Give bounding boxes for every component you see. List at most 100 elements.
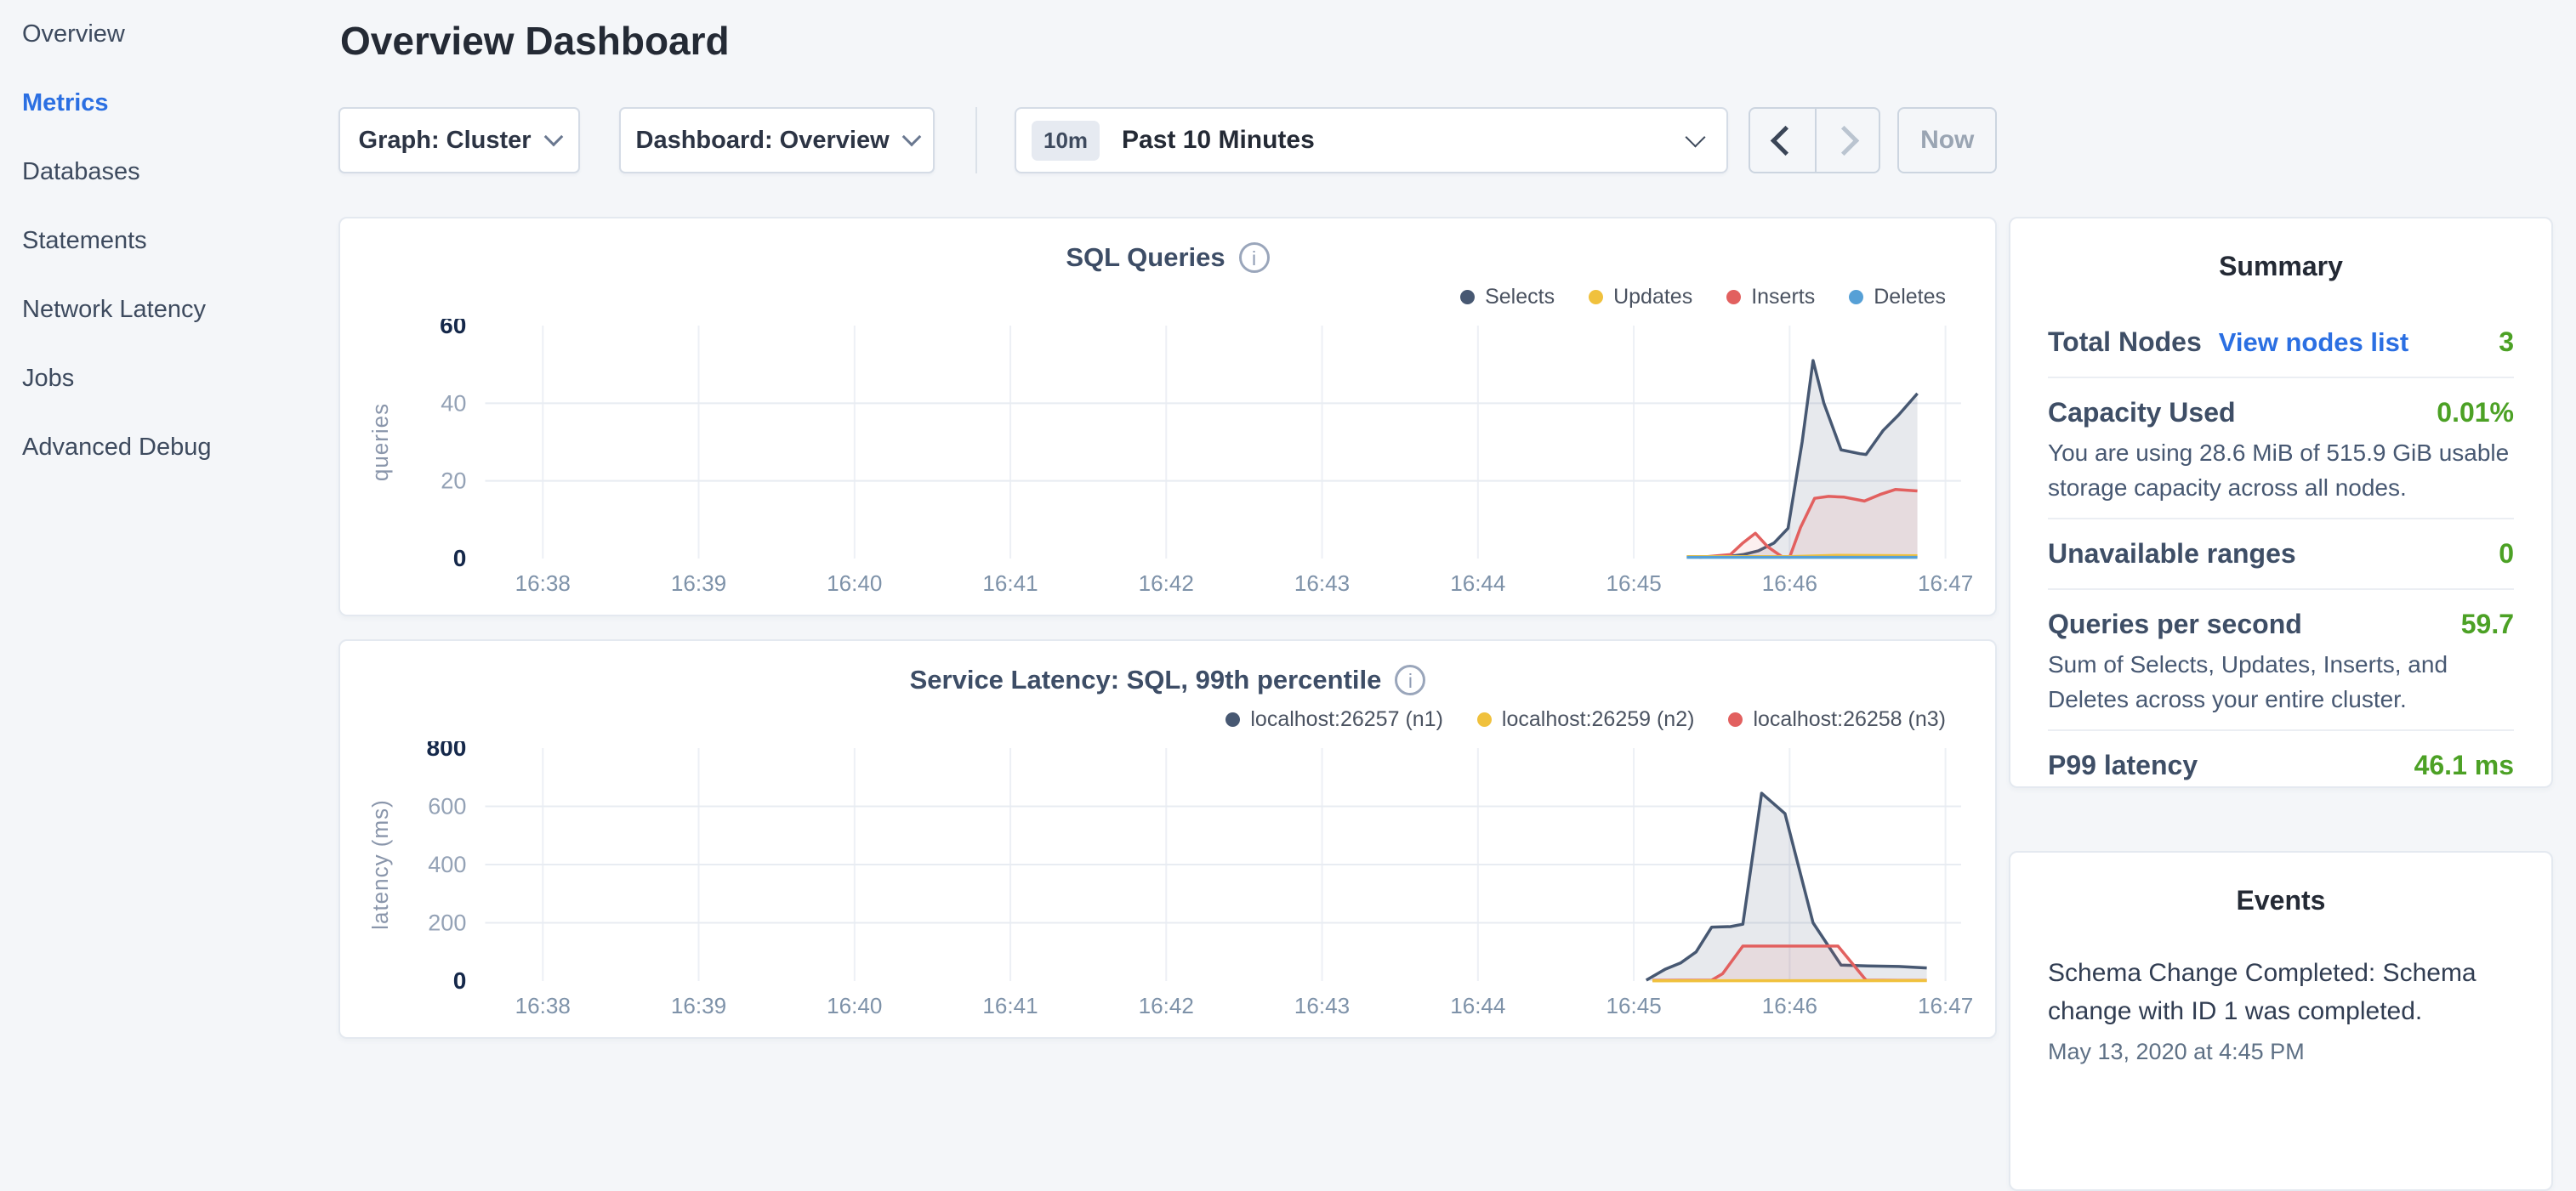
svg-text:16:43: 16:43 xyxy=(1294,570,1350,596)
svg-text:16:45: 16:45 xyxy=(1606,993,1661,1018)
dashboard-controls: Graph: Cluster Dashboard: Overview 10m P… xyxy=(338,107,1997,173)
legend-item[interactable]: Selects xyxy=(1460,285,1555,309)
svg-text:400: 400 xyxy=(428,852,466,877)
time-step-button-group xyxy=(1749,107,1881,173)
legend-dot-icon xyxy=(1477,712,1492,727)
svg-text:16:46: 16:46 xyxy=(1762,993,1817,1018)
graph-dropdown-label: Graph: Cluster xyxy=(359,127,532,155)
legend-dot-icon xyxy=(1726,290,1741,304)
now-button[interactable]: Now xyxy=(1897,107,1997,173)
legend-dot-icon xyxy=(1849,290,1863,304)
sql-queries-panel: SQL Queries i Selects Updates Inserts Delet… xyxy=(338,217,1997,616)
sidebar-item-network-latency[interactable]: Network Latency xyxy=(22,294,338,325)
sql-queries-chart[interactable]: 16:3816:3916:4016:4116:4216:4316:4416:45… xyxy=(357,319,1978,599)
sidebar-item-databases[interactable]: Databases xyxy=(22,156,338,187)
legend-item[interactable]: Inserts xyxy=(1726,285,1815,309)
stat-description: Sum of Selects, Updates, Inserts, and De… xyxy=(2048,647,2514,717)
legend-dot-icon xyxy=(1728,712,1743,727)
stat-value: 59.7 xyxy=(2461,609,2514,640)
svg-text:40: 40 xyxy=(441,390,466,416)
svg-text:16:44: 16:44 xyxy=(1450,570,1505,596)
svg-text:16:40: 16:40 xyxy=(827,570,882,596)
stat-value: 0.01% xyxy=(2437,397,2514,428)
sidebar-item-overview[interactable]: Overview xyxy=(22,19,338,49)
svg-text:16:38: 16:38 xyxy=(515,993,571,1018)
stat-value: 3 xyxy=(2499,326,2514,358)
svg-text:0: 0 xyxy=(453,967,467,994)
chart-legend: localhost:26257 (n1) localhost:26259 (n2)… xyxy=(340,702,1995,736)
time-range-selector[interactable]: 10m Past 10 Minutes xyxy=(1015,107,1728,173)
sidebar-item-jobs[interactable]: Jobs xyxy=(22,363,338,394)
dashboard-dropdown-label: Dashboard: Overview xyxy=(636,127,890,155)
legend-dot-icon xyxy=(1460,290,1475,304)
legend-item[interactable]: localhost:26258 (n3) xyxy=(1728,707,1946,732)
graph-dropdown[interactable]: Graph: Cluster xyxy=(338,107,580,173)
legend-item[interactable]: localhost:26259 (n2) xyxy=(1477,707,1695,732)
info-icon[interactable]: i xyxy=(1395,665,1425,695)
svg-text:16:43: 16:43 xyxy=(1294,993,1350,1018)
svg-text:16:38: 16:38 xyxy=(515,570,571,596)
time-range-label: Past 10 Minutes xyxy=(1122,126,1315,155)
right-rail: Summary Total Nodes View nodes list 3 Ca… xyxy=(2009,217,2553,1191)
svg-text:200: 200 xyxy=(428,910,466,936)
chevron-down-icon xyxy=(901,128,921,147)
chart-title-sql-queries: SQL Queries xyxy=(1066,242,1225,273)
sidebar: Overview Metrics Databases Statements Ne… xyxy=(0,0,338,1051)
main-content: Overview Dashboard Graph: Cluster Dashbo… xyxy=(338,0,1997,1039)
legend-item[interactable]: Updates xyxy=(1589,285,1692,309)
stat-label: Capacity Used xyxy=(2048,397,2236,428)
time-step-back-button[interactable] xyxy=(1750,109,1815,172)
events-panel: Events Schema Change Completed: Schema c… xyxy=(2009,851,2553,1191)
svg-text:16:41: 16:41 xyxy=(982,993,1038,1018)
svg-text:16:47: 16:47 xyxy=(1918,993,1973,1018)
divider xyxy=(2048,377,2514,378)
service-latency-panel: Service Latency: SQL, 99th percentile i … xyxy=(338,639,1997,1039)
stat-description: You are using 28.6 MiB of 515.9 GiB usab… xyxy=(2048,435,2514,506)
sidebar-item-statements[interactable]: Statements xyxy=(22,225,338,256)
svg-text:800: 800 xyxy=(427,741,467,761)
dashboard-dropdown[interactable]: Dashboard: Overview xyxy=(619,107,935,173)
svg-text:16:44: 16:44 xyxy=(1450,993,1505,1018)
summary-panel: Summary Total Nodes View nodes list 3 Ca… xyxy=(2009,217,2553,788)
svg-text:60: 60 xyxy=(440,319,466,338)
time-range-badge: 10m xyxy=(1032,121,1100,161)
sidebar-item-metrics[interactable]: Metrics xyxy=(22,88,338,118)
stat-label: Total Nodes xyxy=(2048,326,2202,358)
stat-label: Queries per second xyxy=(2048,609,2302,640)
stat-value: 0 xyxy=(2499,538,2514,570)
stat-label: Unavailable ranges xyxy=(2048,538,2296,570)
legend-item[interactable]: Deletes xyxy=(1849,285,1946,309)
summary-row-queries-per-second: Queries per second 59.7 xyxy=(2048,602,2514,647)
divider xyxy=(2048,518,2514,519)
info-icon[interactable]: i xyxy=(1239,242,1270,273)
view-nodes-link[interactable]: View nodes list xyxy=(2219,327,2408,358)
svg-text:16:41: 16:41 xyxy=(982,570,1038,596)
divider xyxy=(2048,588,2514,590)
chevron-down-icon xyxy=(543,128,563,147)
legend-dot-icon xyxy=(1589,290,1603,304)
sidebar-item-advanced-debug[interactable]: Advanced Debug xyxy=(22,432,338,462)
service-latency-chart[interactable]: 16:3816:3916:4016:4116:4216:4316:4416:45… xyxy=(357,741,1978,1022)
svg-text:queries: queries xyxy=(367,403,393,481)
chart-title-row: Service Latency: SQL, 99th percentile i xyxy=(340,661,1995,699)
summary-row-p99-latency: P99 latency 46.1 ms xyxy=(2048,743,2514,788)
legend-dot-icon xyxy=(1225,712,1240,727)
stat-label: P99 latency xyxy=(2048,750,2198,781)
svg-text:0: 0 xyxy=(453,545,467,571)
summary-row-unavailable-ranges: Unavailable ranges 0 xyxy=(2048,531,2514,576)
svg-text:latency (ms): latency (ms) xyxy=(367,799,393,930)
event-item-timestamp: May 13, 2020 at 4:45 PM xyxy=(2048,1039,2514,1065)
svg-text:16:47: 16:47 xyxy=(1918,570,1973,596)
summary-row-capacity-used: Capacity Used 0.01% xyxy=(2048,390,2514,435)
svg-text:16:45: 16:45 xyxy=(1606,570,1661,596)
summary-row-total-nodes: Total Nodes View nodes list 3 xyxy=(2048,320,2514,365)
time-step-forward-button[interactable] xyxy=(1815,109,1879,172)
legend-item[interactable]: localhost:26257 (n1) xyxy=(1225,707,1443,732)
svg-text:16:42: 16:42 xyxy=(1139,570,1194,596)
event-item-text: Schema Change Completed: Schema change w… xyxy=(2048,954,2514,1030)
controls-divider xyxy=(975,107,977,173)
svg-text:20: 20 xyxy=(441,468,466,494)
svg-text:16:42: 16:42 xyxy=(1139,993,1194,1018)
stat-value: 46.1 ms xyxy=(2414,750,2514,781)
svg-text:600: 600 xyxy=(428,794,466,820)
